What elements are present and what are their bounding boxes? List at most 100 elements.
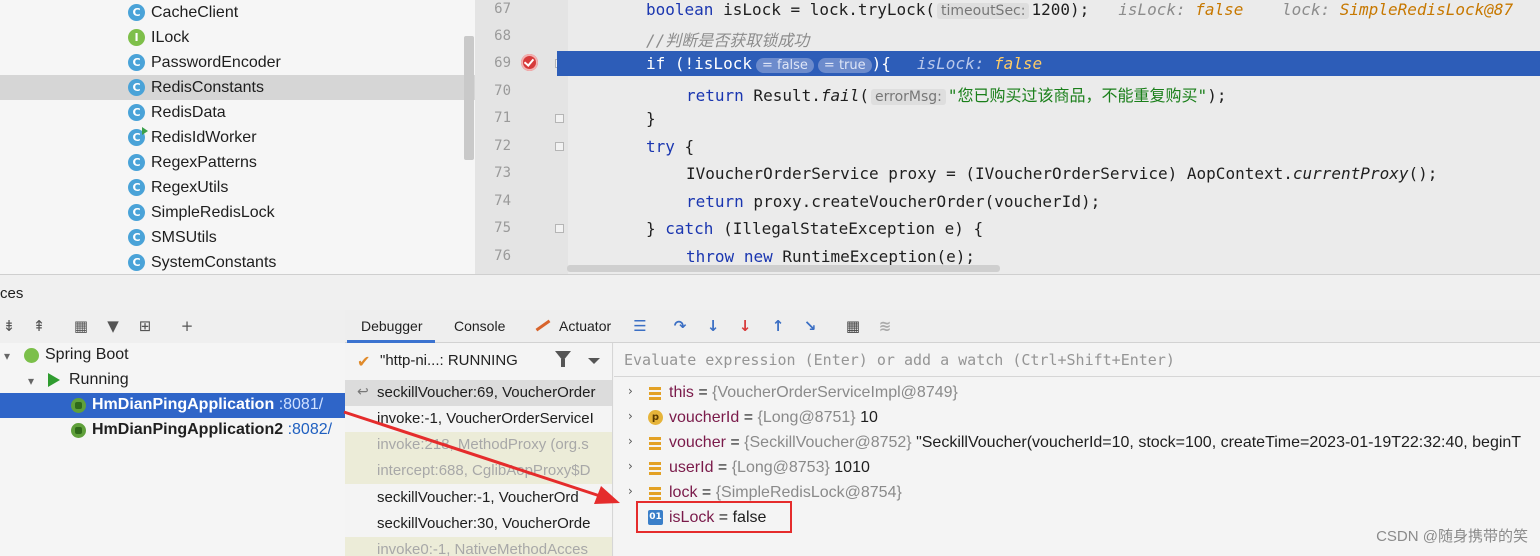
stack-frame[interactable]: invoke:-1, VoucherOrderServiceI: [345, 406, 612, 432]
inline-value: false: [993, 54, 1043, 73]
fold-marker-icon[interactable]: [555, 114, 564, 123]
editor-scrollbar[interactable]: [567, 265, 1000, 272]
tab-actuator[interactable]: Actuator: [559, 318, 611, 334]
tree-node-app-1[interactable]: HmDianPingApplication :8081/: [0, 393, 345, 418]
variable-voucher[interactable]: › voucher = {SeckillVoucher@8752} "Secki…: [614, 431, 1540, 456]
frame-label: invoke:218, MethodProxy (org.s: [377, 436, 589, 453]
class-icon: C: [128, 254, 145, 271]
tree-item-regexutils[interactable]: C RegexUtils: [0, 175, 475, 200]
class-icon: C: [128, 229, 145, 246]
trace-stream-icon[interactable]: ≋: [875, 316, 895, 336]
tree-scrollbar[interactable]: [464, 36, 474, 160]
tree-item-redisidworker[interactable]: C RedisIdWorker: [0, 125, 475, 150]
code-text: proxy.createVoucherOrder(voucherId);: [743, 192, 1101, 211]
abstract-class-icon: C: [128, 154, 145, 171]
app-port-link[interactable]: :8081/: [279, 396, 323, 413]
variable-this[interactable]: › this = {VoucherOrderServiceImpl@8749}: [614, 381, 1540, 406]
tree-item-simpleredislock[interactable]: C SimpleRedisLock: [0, 200, 475, 225]
run-to-cursor-icon[interactable]: ↘: [800, 316, 820, 336]
evaluate-expression-input[interactable]: [614, 343, 1540, 376]
force-step-into-icon[interactable]: ↓: [735, 316, 755, 336]
variable-eq: =: [725, 434, 745, 451]
step-into-icon[interactable]: ↓: [703, 316, 723, 336]
step-out-icon[interactable]: ↑: [768, 316, 788, 336]
keyword: catch: [665, 219, 714, 238]
step-over-icon[interactable]: ↷: [670, 316, 690, 336]
collapse-all-icon[interactable]: ⇞: [30, 318, 48, 334]
tree-item-label: CacheClient: [151, 3, 239, 21]
tree-node-spring-boot[interactable]: ▾ Spring Boot: [0, 343, 345, 368]
line-number: 75: [494, 220, 511, 236]
chevron-right-icon[interactable]: ›: [628, 384, 633, 398]
group-by-icon[interactable]: ▦: [72, 318, 90, 334]
annotation-highlight-box: [636, 501, 792, 533]
stack-frame[interactable]: seckillVoucher:-1, VoucherOrd: [345, 485, 612, 511]
variable-voucherid[interactable]: › p voucherId = {Long@8751} 10: [614, 406, 1540, 431]
chevron-down-icon[interactable]: [588, 358, 600, 364]
inline-eval-pill[interactable]: = false: [755, 58, 814, 73]
code-text: ){: [871, 54, 891, 73]
code-editor[interactable]: 67 68 69 70 71 72 73 74 75 76 boolean is…: [475, 0, 1540, 274]
evaluate-expression-icon[interactable]: ▦: [843, 316, 863, 336]
tab-debugger[interactable]: Debugger: [347, 318, 434, 343]
tree-item-label: SMSUtils: [151, 228, 217, 246]
chevron-down-icon[interactable]: ▾: [28, 374, 34, 388]
chevron-down-icon[interactable]: ▾: [4, 349, 10, 363]
stack-frame[interactable]: invoke:218, MethodProxy (org.s: [345, 432, 612, 458]
stack-frame[interactable]: invoke0:-1, NativeMethodAcces: [345, 537, 612, 556]
tree-item-ilock[interactable]: I ILock: [0, 25, 475, 50]
thread-label: "http-ni...: RUNNING: [380, 352, 518, 369]
debug-bug-icon: [71, 398, 86, 413]
keyword: try: [646, 137, 675, 156]
line-number: 73: [494, 165, 511, 181]
fold-marker-icon[interactable]: [555, 224, 564, 233]
variable-userid[interactable]: › userId = {Long@8753} 1010: [614, 456, 1540, 481]
chevron-right-icon[interactable]: ›: [628, 459, 633, 473]
inline-eval-pill[interactable]: = true: [817, 58, 872, 73]
menu-lines-icon[interactable]: ☰: [630, 316, 650, 336]
app-port-link[interactable]: :8082/: [288, 421, 332, 438]
new-tab-icon[interactable]: ⊞: [136, 318, 154, 334]
code-line-76: throw new RuntimeException(e);: [686, 247, 975, 266]
variable-ref: {SimpleRedisLock@8754}: [715, 484, 902, 501]
filter-icon[interactable]: [555, 351, 571, 367]
inline-value-name: lock:: [1281, 0, 1331, 19]
filter-icon[interactable]: ▼: [104, 318, 122, 334]
line-number: 71: [494, 110, 511, 126]
tree-item-passwordencoder[interactable]: C PasswordEncoder: [0, 50, 475, 75]
add-service-icon[interactable]: +: [178, 318, 196, 334]
stack-frame[interactable]: intercept:688, CglibAopProxy$D: [345, 458, 612, 484]
chevron-right-icon[interactable]: ›: [628, 434, 633, 448]
tree-item-label: RegexPatterns: [151, 153, 257, 171]
code-text: if (!isLock: [646, 54, 752, 73]
field-icon: [649, 487, 661, 500]
tree-node-running[interactable]: ▾ Running: [0, 368, 345, 393]
tree-item-redisconstants[interactable]: C RedisConstants: [0, 75, 475, 100]
chevron-right-icon[interactable]: ›: [628, 409, 633, 423]
frame-label: seckillVoucher:69, VoucherOrder: [377, 384, 596, 401]
inline-value: SimpleRedisLock@87: [1339, 0, 1514, 19]
expand-all-icon[interactable]: ⇟: [0, 318, 18, 334]
code-text: );: [1207, 86, 1227, 105]
code-line-67: boolean isLock = lock.tryLock(timeoutSec…: [646, 0, 1513, 19]
chevron-right-icon[interactable]: ›: [628, 484, 633, 498]
variable-value: "SeckillVoucher(voucherId=10, stock=100,…: [911, 434, 1522, 451]
tab-console[interactable]: Console: [454, 318, 505, 334]
code-text: }: [646, 219, 666, 238]
inline-value: false: [1195, 0, 1244, 19]
tree-node-app-2[interactable]: HmDianPingApplication2 :8082/: [0, 418, 345, 443]
tree-item-cacheclient[interactable]: C CacheClient: [0, 0, 475, 25]
editor-gutter[interactable]: 67 68 69 70 71 72 73 74 75 76: [475, 0, 568, 274]
tree-item-regexpatterns[interactable]: C RegexPatterns: [0, 150, 475, 175]
tree-item-redisdata[interactable]: C RedisData: [0, 100, 475, 125]
thread-selector[interactable]: ✔ "http-ni...: RUNNING: [345, 343, 612, 379]
frame-label: intercept:688, CglibAopProxy$D: [377, 462, 591, 479]
code-text: {: [674, 137, 695, 156]
stack-frame[interactable]: ↩ seckillVoucher:69, VoucherOrder: [345, 380, 612, 406]
breakpoint-icon[interactable]: [521, 54, 538, 71]
tree-item-smsutils[interactable]: C SMSUtils: [0, 225, 475, 250]
spring-boot-icon: [24, 348, 39, 363]
fold-marker-icon[interactable]: [555, 142, 564, 151]
stack-frame[interactable]: seckillVoucher:30, VoucherOrde: [345, 511, 612, 537]
tree-item-systemconstants[interactable]: C SystemConstants: [0, 250, 475, 274]
